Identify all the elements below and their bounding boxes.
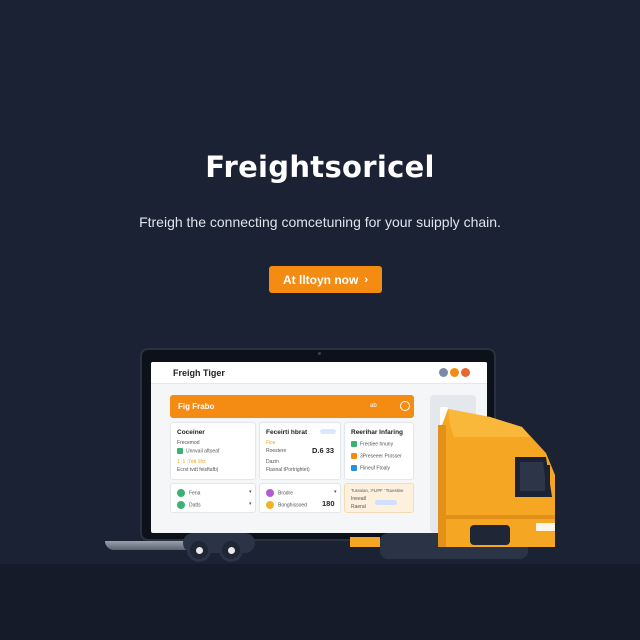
banner-title: Fig Frabo (178, 402, 215, 411)
chevron-down-icon[interactable]: ▾ (249, 489, 252, 495)
card-line: Unnvail aftoeaf (177, 448, 219, 454)
truck-cab-edge (438, 425, 446, 547)
camera-dot (318, 352, 321, 355)
card-line: Fice (266, 440, 276, 446)
avatar[interactable] (461, 368, 470, 377)
status-icon (266, 489, 274, 497)
app-header: Freigh Tiger (151, 362, 487, 384)
floor-band (0, 564, 640, 640)
card-title: Feceirti hbrat (266, 429, 308, 436)
truck-hitch (350, 537, 380, 547)
card-value: D.6 33 (312, 446, 335, 455)
mirror-icon (545, 465, 550, 495)
cta-button[interactable]: At lltoyn now › (269, 266, 382, 293)
truck-trim (442, 515, 555, 519)
notification-icon[interactable] (439, 368, 448, 377)
status-icon (177, 489, 185, 497)
card-line: Frecemod (177, 440, 200, 446)
card-line: Ecrst tvdt feisftafb) (177, 467, 219, 473)
hero-subtitle: Ftreigh the connecting comcetuning for y… (139, 214, 501, 230)
card-shipments[interactable]: Feceirti hbrat Fice Roestere D.6 33 Dazi… (259, 422, 341, 480)
headlight-icon (536, 523, 555, 531)
check-icon (177, 448, 183, 454)
app-name: Freigh Tiger (173, 368, 225, 378)
chevron-down-icon[interactable]: ▾ (334, 489, 337, 495)
card-containers[interactable]: Coceiner Frecemod Unnvail aftoeaf 1 :1 :… (170, 422, 256, 480)
card-line: Bonghissoed (266, 501, 307, 509)
chevron-down-icon[interactable]: ▾ (249, 501, 252, 507)
chevron-right-icon: › (364, 273, 368, 286)
cta-label: At lltoyn now (283, 272, 359, 287)
truck-window-glass (520, 462, 547, 491)
card-line: Roestere (266, 448, 287, 454)
truck-illustration (350, 409, 555, 559)
card-status[interactable]: Fena Datts ▾ ▾ (170, 483, 256, 513)
wheel-icon (187, 538, 211, 562)
hero-title: Freightsoricel (205, 150, 435, 184)
card-line: Brodre (266, 489, 293, 497)
card-line: Fena (177, 489, 200, 497)
card-orders[interactable]: Brodre Bonghissoed 180 ▾ (259, 483, 341, 513)
settings-icon[interactable] (450, 368, 459, 377)
card-line: Flasnal tPortrightet) (266, 467, 310, 473)
card-line: 1 :1 :7eti 1fct (177, 459, 206, 465)
card-line: Datts (177, 501, 201, 509)
card-value: 180 (322, 499, 335, 508)
truck-roof (448, 409, 530, 437)
status-icon (177, 501, 185, 509)
wheel-icon (219, 538, 243, 562)
status-badge (320, 429, 336, 434)
truck-tank (470, 525, 510, 545)
status-icon (266, 501, 274, 509)
card-line: Dazin (266, 459, 279, 465)
card-title: Coceiner (177, 429, 205, 436)
